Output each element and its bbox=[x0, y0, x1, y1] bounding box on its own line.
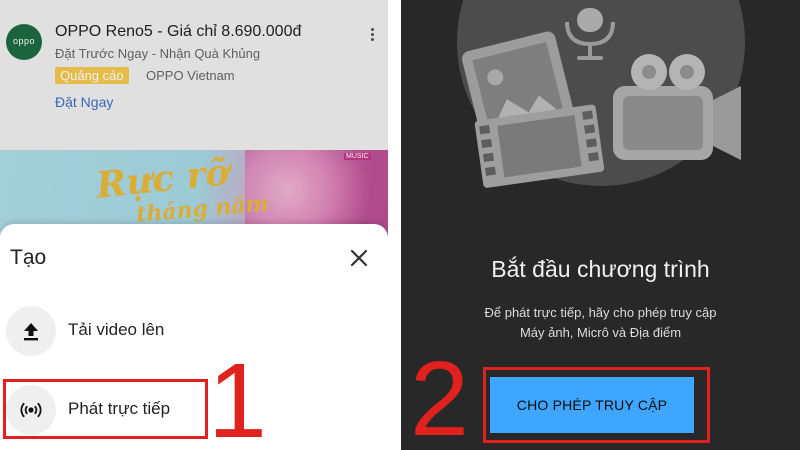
upload-icon bbox=[6, 306, 56, 356]
menu-item-upload-video[interactable]: Tải video lên bbox=[0, 298, 388, 368]
left-screen: oppo OPPO Reno5 - Giá chỉ 8.690.000đ Đặt… bbox=[0, 0, 388, 450]
highlight-box-step1 bbox=[3, 379, 208, 439]
step-number-1: 1 bbox=[208, 342, 267, 450]
scrim bbox=[0, 0, 388, 232]
permission-title: Bắt đầu chương trình bbox=[491, 256, 710, 282]
highlight-box-step2 bbox=[483, 367, 710, 443]
description-line-1: Để phát trực tiếp, hãy cho phép truy cập bbox=[484, 305, 717, 320]
step-number-2: 2 bbox=[410, 340, 469, 450]
media-illustration bbox=[462, 8, 741, 188]
menu-item-label: Tải video lên bbox=[68, 320, 165, 339]
panel-divider bbox=[388, 0, 401, 450]
microphone-icon bbox=[565, 8, 615, 60]
permission-description: Để phát trực tiếp, hãy cho phép truy cập… bbox=[401, 303, 800, 343]
close-icon[interactable] bbox=[346, 245, 372, 271]
video-camera-icon bbox=[613, 54, 741, 160]
sheet-title: Tạo bbox=[10, 246, 47, 269]
